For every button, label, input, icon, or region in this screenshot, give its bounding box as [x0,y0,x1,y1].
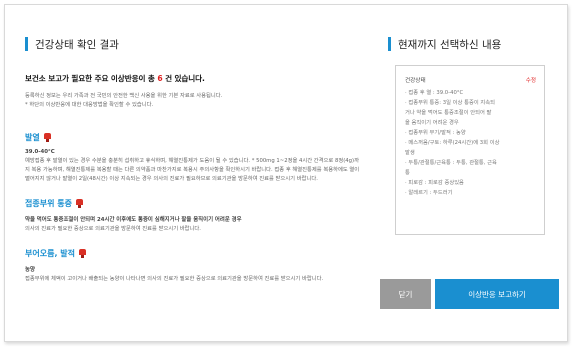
list-item: · 두통/관절통/근육통 : 두통, 관절통, 근육 [405,160,497,166]
list-item: 발생 [405,150,415,156]
reaction-title-fever: 발열 [25,132,363,143]
thermometer-icon [43,133,51,142]
info-note-line-2: * 하단의 이상반응에 대한 대응방법을 확인할 수 있습니다. [25,102,154,108]
reaction-count: 6 [157,74,163,83]
edit-link[interactable]: 수정 [526,76,536,84]
title-accent-bar [388,37,391,51]
reaction-guidance: 접종부위에 체액이 고이거나 배출되는 농양이 나타나면 의사의 진료가 필요한… [25,275,324,282]
reaction-detail: 농양 [25,266,35,273]
report-reaction-button[interactable]: 이상반응 보고하기 [435,279,559,309]
close-button[interactable]: 닫기 [380,279,431,309]
headline-suffix: 건 있습니다. [165,74,205,83]
section-header: 건강상태 확인 결과 [25,33,363,55]
reaction-title-text: 부어오름, 발적 [25,248,75,258]
thermometer-icon [78,248,86,258]
selection-summary-section: 현재까지 선택하신 내용 건강상태 수정 · 접종 후 열 : 39.0-40°… [380,15,565,335]
thermometer-icon [75,198,83,208]
summary-headline: 보건소 보고가 필요한 주요 이상반응이 총 6 건 있습니다. [25,73,363,84]
reaction-guidance: 의사의 진료가 필요한 증상으로 의료기관을 방문하여 진료를 받으시기 바랍니… [25,225,201,232]
list-item: · 접종부위 부기/발적 : 농양 [405,130,466,136]
section-header: 현재까지 선택하신 내용 [388,33,565,55]
reaction-detail: 약을 먹어도 통증조절이 안되며 24시간 이후에도 통증이 심해지거나 팔을 … [25,216,242,223]
reaction-title-swelling: 부어오름, 발적 [25,248,363,259]
result-dialog: 건강상태 확인 결과 보건소 보고가 필요한 주요 이상반응이 총 6 건 있습… [4,4,568,342]
list-item: · 접종부위 통증: 3일 이상 통증이 지속되 [405,100,496,106]
selection-panel: 건강상태 수정 · 접종 후 열 : 39.0-40°C · 접종부위 통증: … [395,65,545,235]
reaction-title-text: 접종부위 통증 [25,198,72,208]
list-item: · 피로감 : 피로감 증상있음 [405,180,464,186]
reaction-title-text: 발열 [25,133,40,142]
reaction-title-injection-pain: 접종부위 통증 [25,198,363,209]
list-item: · 알레르기 : 두드러기 [405,190,453,196]
list-item: 거나 약을 먹어도 통증조절이 안되어 팔 [405,110,492,116]
list-item: 을 움직이기 어려운 경우 [405,120,459,126]
reaction-guidance: 예방접종 후 발열이 있는 경우 수분을 충분히 섭취하고 휴식하며, 해열진통… [25,158,360,183]
health-result-section: 건강상태 확인 결과 보건소 보고가 필요한 주요 이상반응이 총 6 건 있습… [25,15,363,339]
list-item: · 접종 후 열 : 39.0-40°C [405,90,464,96]
panel-label: 건강상태 [405,78,426,84]
list-item: · 메스꺼움/구토: 하루(24시간)에 3회 이상 [405,140,500,146]
title-accent-bar [25,37,28,51]
reaction-detail: 39.0-40°C [25,149,55,155]
headline-prefix: 보건소 보고가 필요한 주요 이상반응이 총 [25,74,155,83]
section-title: 건강상태 확인 결과 [35,38,119,51]
panel-header: 건강상태 수정 [405,76,536,84]
list-item: 통 [405,170,410,176]
selection-list: · 접종 후 열 : 39.0-40°C · 접종부위 통증: 3일 이상 통증… [405,88,536,198]
section-title: 현재까지 선택하신 내용 [398,38,502,51]
info-note: 등록하신 정보는 우리 가족과 전 국민의 안전한 백신 사용을 위한 기본 자… [25,92,363,110]
info-note-line-1: 등록하신 정보는 우리 가족과 전 국민의 안전한 백신 사용을 위한 기본 자… [25,93,223,99]
